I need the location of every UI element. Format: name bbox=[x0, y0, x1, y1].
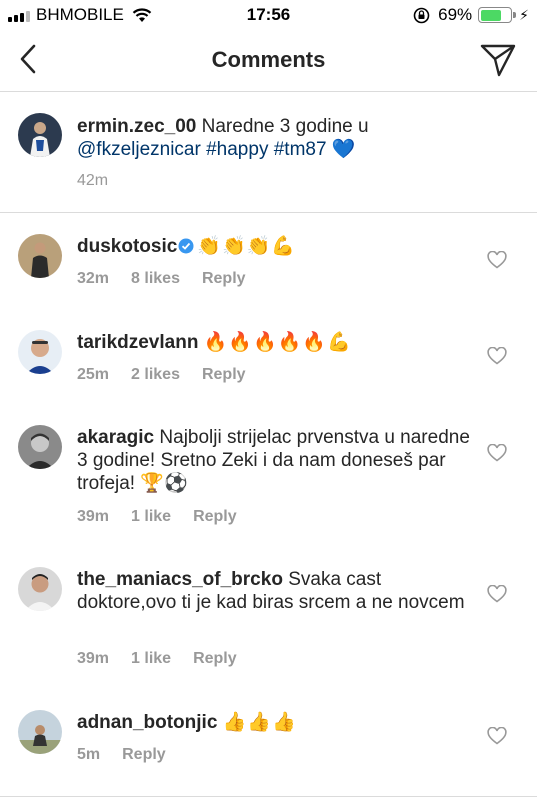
likes-count[interactable]: 2 likes bbox=[131, 366, 180, 384]
avatar[interactable] bbox=[18, 330, 62, 374]
verified-badge-icon bbox=[178, 238, 194, 254]
avatar[interactable] bbox=[18, 425, 62, 469]
heart-icon[interactable] bbox=[487, 444, 507, 462]
comment-time: 39m bbox=[77, 508, 110, 525]
battery-percent: 69% bbox=[438, 5, 473, 24]
comment-username[interactable]: adnan_botonjic bbox=[77, 712, 217, 733]
divider bbox=[0, 796, 537, 797]
caption-hashtags[interactable]: #happy #tm87 bbox=[201, 139, 326, 160]
status-bar: BHMOBILE 17:56 69% ⚡ bbox=[0, 0, 537, 30]
share-button[interactable] bbox=[479, 42, 517, 78]
likes-count[interactable]: 1 like bbox=[131, 650, 171, 668]
caption-meta: 42m bbox=[77, 172, 108, 190]
avatar-image bbox=[18, 330, 62, 374]
avatar-image bbox=[18, 710, 62, 754]
charging-icon: ⚡ bbox=[519, 6, 529, 23]
comment-meta: 32m 8 likes Reply bbox=[77, 270, 246, 288]
comment-text: tarikdzevlann 🔥🔥🔥🔥🔥💪 bbox=[77, 331, 475, 354]
avatar-image bbox=[18, 425, 62, 469]
comment-username[interactable]: the_maniacs_of_brcko bbox=[77, 569, 283, 590]
caption-row: ermin.zec_00 Naredne 3 godine u @fkzelje… bbox=[0, 93, 537, 212]
comment-row: akaragic Najbolji strijelac prvenstva u … bbox=[0, 405, 537, 547]
comment-time: 25m bbox=[77, 366, 110, 383]
comment-row: adnan_botonjic 👍👍👍 5m Reply bbox=[0, 689, 537, 785]
caption-body: Naredne 3 godine u bbox=[196, 116, 369, 137]
caption-username[interactable]: ermin.zec_00 bbox=[77, 116, 196, 137]
caption-mention[interactable]: @fkzeljeznicar bbox=[77, 139, 201, 160]
reply-button[interactable]: Reply bbox=[202, 270, 246, 288]
heart-icon[interactable] bbox=[487, 347, 507, 365]
comment-username[interactable]: akaragic bbox=[77, 427, 154, 448]
orientation-lock-icon bbox=[413, 7, 430, 23]
caption-time: 42m bbox=[77, 172, 109, 189]
reply-button[interactable]: Reply bbox=[193, 650, 237, 668]
page-title: Comments bbox=[211, 47, 326, 72]
comment-body: 👏👏👏💪 bbox=[197, 236, 296, 257]
comment-text: adnan_botonjic 👍👍👍 bbox=[77, 711, 475, 734]
comment-meta: 39m 1 like Reply bbox=[77, 650, 237, 668]
comment-text: akaragic Najbolji strijelac prvenstva u … bbox=[77, 426, 475, 495]
avatar[interactable] bbox=[18, 710, 62, 754]
comment-time: 39m bbox=[77, 650, 110, 667]
comment-meta: 5m Reply bbox=[77, 746, 166, 764]
likes-count[interactable]: 1 like bbox=[131, 508, 171, 526]
status-right: 69% ⚡ bbox=[413, 5, 529, 25]
comment-time: 32m bbox=[77, 270, 110, 287]
comment-meta: 39m 1 like Reply bbox=[77, 508, 237, 526]
comment-row: the_maniacs_of_brcko Svaka cast doktore,… bbox=[0, 547, 537, 689]
comment-text: duskotosic 👏👏👏💪 bbox=[77, 235, 475, 258]
caption-text: ermin.zec_00 Naredne 3 godine u @fkzelje… bbox=[77, 115, 475, 161]
avatar-image bbox=[18, 567, 62, 611]
header-bar: Comments bbox=[0, 30, 537, 92]
avatar[interactable] bbox=[18, 567, 62, 611]
heart-icon[interactable] bbox=[487, 251, 507, 269]
comment-username[interactable]: duskotosic bbox=[77, 236, 177, 257]
avatar-image bbox=[18, 113, 62, 157]
comment-time: 5m bbox=[77, 746, 101, 763]
comment-username[interactable]: tarikdzevlann bbox=[77, 332, 198, 353]
avatar[interactable] bbox=[18, 234, 62, 278]
reply-button[interactable]: Reply bbox=[193, 508, 237, 526]
comment-body: 🔥🔥🔥🔥🔥💪 bbox=[203, 332, 352, 353]
comment-row: duskotosic 👏👏👏💪 32m 8 likes Reply bbox=[0, 213, 537, 309]
send-icon bbox=[480, 44, 516, 77]
comment-body: 👍👍👍 bbox=[222, 712, 297, 733]
heart-icon[interactable] bbox=[487, 727, 507, 745]
reply-button[interactable]: Reply bbox=[202, 366, 246, 384]
avatar[interactable] bbox=[18, 113, 62, 157]
comment-text: the_maniacs_of_brcko Svaka cast doktore,… bbox=[77, 568, 475, 614]
blue-heart-emoji: 💙 bbox=[331, 139, 357, 160]
avatar-image bbox=[18, 234, 62, 278]
comment-meta: 25m 2 likes Reply bbox=[77, 366, 246, 384]
reply-button[interactable]: Reply bbox=[122, 746, 166, 764]
battery-icon bbox=[478, 7, 517, 23]
likes-count[interactable]: 8 likes bbox=[131, 270, 180, 288]
battery-fill bbox=[480, 9, 501, 21]
comment-row: tarikdzevlann 🔥🔥🔥🔥🔥💪 25m 2 likes Reply bbox=[0, 309, 537, 405]
heart-icon[interactable] bbox=[487, 585, 507, 603]
